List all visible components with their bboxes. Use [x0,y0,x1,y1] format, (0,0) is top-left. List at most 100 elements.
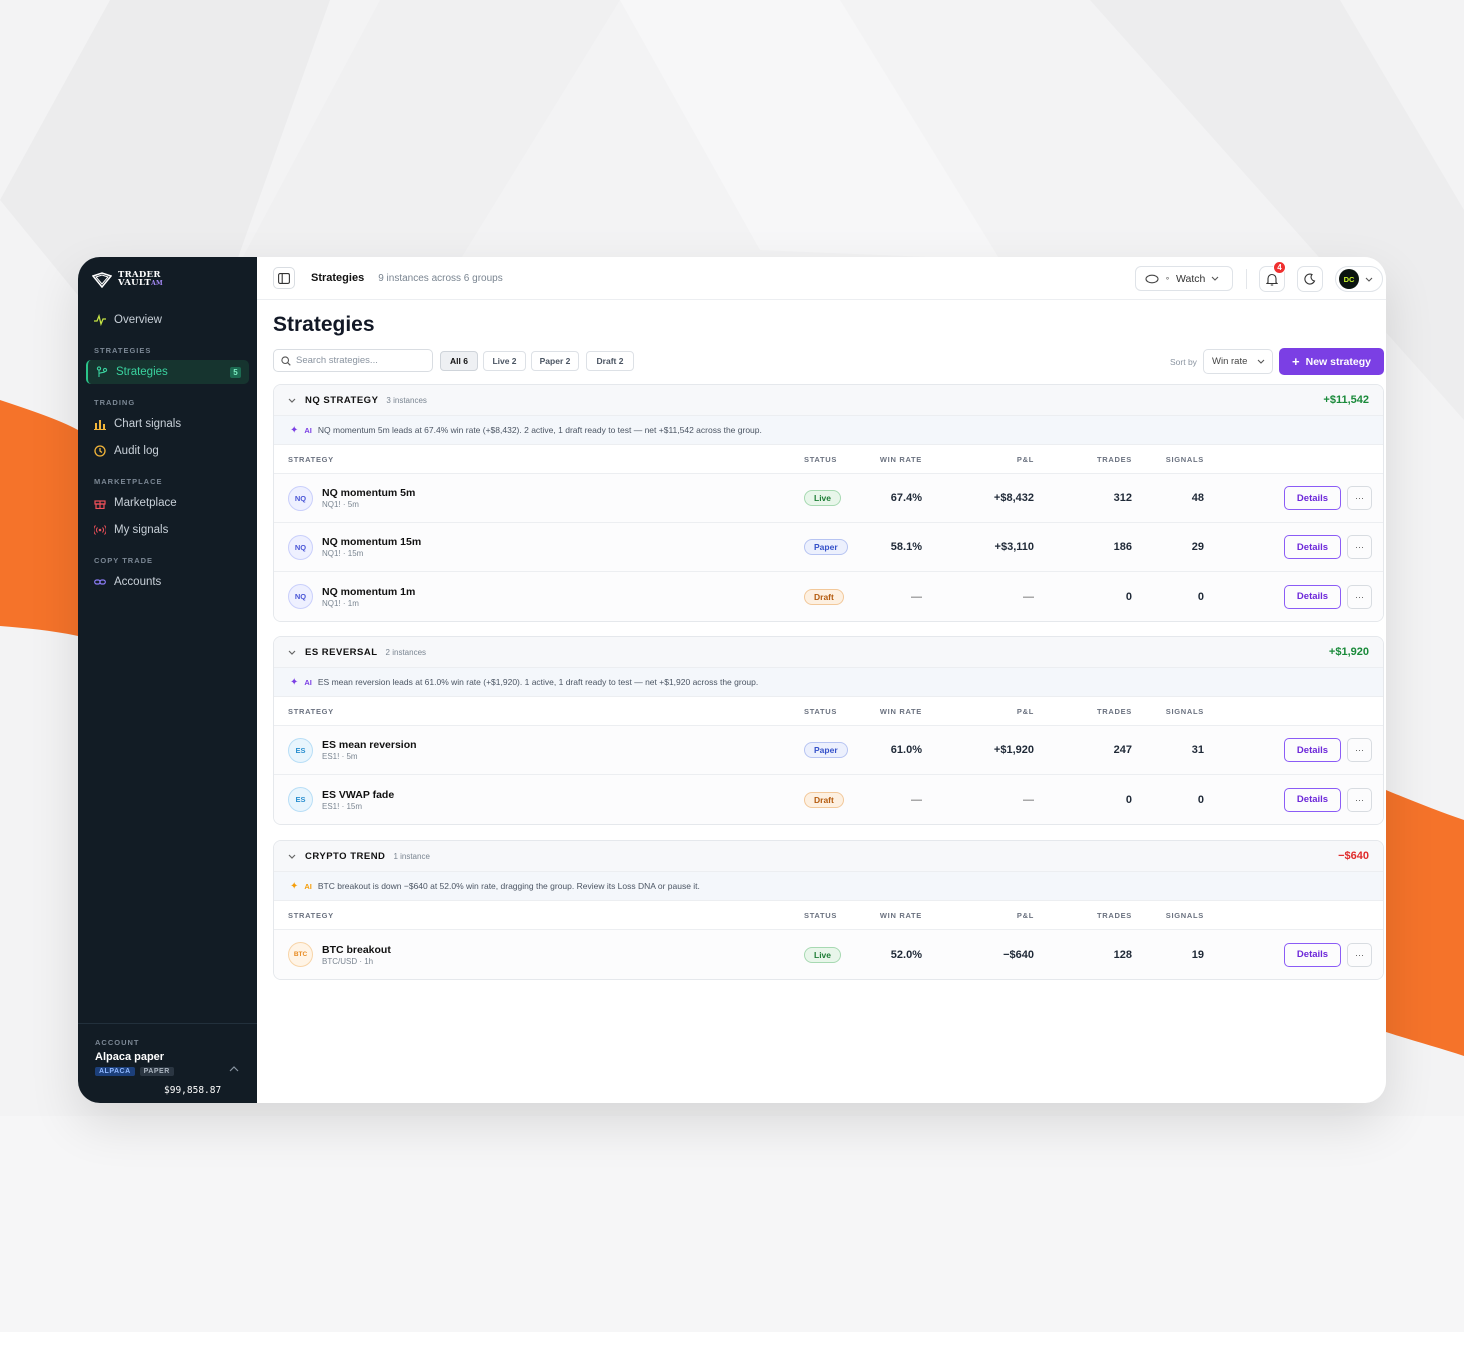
signals-value: 19 [1191,948,1204,961]
account-label: ACCOUNT [95,1038,140,1047]
table-row[interactable]: NQ NQ momentum 15m NQ1! · 15m Paper 58.1% +$3… [274,523,1383,572]
column-header-status: STATUS [804,706,838,716]
activity-icon [94,314,106,326]
table-row[interactable]: ES ES mean reversion ES1! · 5m Paper 61.0% +$… [274,726,1383,775]
chevron-up-icon[interactable] [229,1064,239,1075]
symbol-avatar: NQ [288,485,313,511]
win-rate: 61.0% [832,726,922,774]
more-options-button[interactable]: ··· [1347,787,1372,812]
filter-live[interactable]: Live 2 [483,351,526,371]
details-button[interactable]: Details [1284,486,1341,510]
search-input[interactable]: Search strategies... [273,349,433,372]
bell-icon [1266,273,1278,286]
strategy-text: ES VWAP fade ES1! · 15m [322,789,394,811]
symbol-avatar: BTC [288,942,313,967]
sidebar-item-chart-signals[interactable]: Chart signals [86,412,249,436]
chevron-down-icon[interactable] [288,647,296,657]
watch-dropdown[interactable]: ∘ Watch [1135,266,1233,291]
strategy-name[interactable]: NQ momentum 15m [322,536,421,548]
table-row[interactable]: BTC BTC breakout BTC/USD · 1h Live 52.0% −$64… [274,930,1383,979]
strategy-name[interactable]: ES VWAP fade [322,789,394,801]
eye-icon [1145,274,1159,283]
toggle-sidebar-button[interactable] [273,267,295,289]
theme-toggle-button[interactable] [1297,266,1323,292]
more-options-button[interactable]: ··· [1347,486,1372,510]
sidebar-item-my-signals[interactable]: My signals [86,518,249,542]
brand-logo[interactable]: TRADER VAULTAM [92,271,163,288]
account-balance: $99,858.87 [164,1085,222,1096]
details-button[interactable]: Details [1284,738,1341,762]
ai-tag: AI [304,425,312,435]
group-header[interactable]: NQ STRATEGY 3 instances +$11,542 [274,385,1383,416]
sort-select[interactable]: Win rate [1203,349,1273,374]
strategy-name[interactable]: NQ momentum 5m [322,487,415,499]
filter-paper[interactable]: Paper 2 [531,351,579,371]
strategy-ticker: NQ1! · 1m [322,598,359,608]
sidebar: TRADER VAULTAM Overview STRATEGIES Strat… [78,257,257,1103]
details-button[interactable]: Details [1284,535,1341,559]
table-row[interactable]: NQ NQ momentum 1m NQ1! · 1m Draft — —0 0 Detail… [274,572,1383,621]
details-button[interactable]: Details [1284,942,1341,967]
new-strategy-label: New strategy [1305,355,1371,368]
strategy-cell: NQ NQ momentum 5m NQ1! · 5m [288,474,415,522]
strategy-cell: NQ NQ momentum 1m NQ1! · 1m [288,572,415,621]
notifications-button[interactable]: 4 [1259,261,1286,292]
strategy-ticker: BTC/USD · 1h [322,956,374,966]
column-header-status: STATUS [804,454,838,464]
moon-icon [1304,273,1316,285]
sidebar-item-label: My signals [114,524,169,536]
more-options-button[interactable]: ··· [1347,535,1372,559]
details-cell: Details [1284,572,1341,621]
win-rate: — [832,572,922,621]
branch-icon [96,366,108,378]
table-row[interactable]: ES ES VWAP fade ES1! · 15m Draft — —0 0 Details… [274,775,1383,824]
ai-insight-text: BTC breakout is down −$640 at 52.0% win … [317,881,700,891]
more-options-button[interactable]: ··· [1347,584,1372,609]
strategy-cell: NQ NQ momentum 15m NQ1! · 15m [288,523,421,571]
search-placeholder: Search strategies... [296,355,378,366]
sidebar-item-audit-log[interactable]: Audit log [86,439,249,463]
sidebar-item-strategies[interactable]: Strategies 5 [86,360,249,384]
breadcrumb-subtitle: 9 instances across 6 groups [378,272,503,284]
section-label-marketplace: MARKETPLACE [94,477,163,486]
details-cell: Details [1284,474,1341,522]
dot-icon: ∘ [1165,274,1171,283]
column-header-strategy: STRATEGY [288,910,334,920]
details-button[interactable]: Details [1284,787,1341,812]
group-header[interactable]: ES REVERSAL 2 instances +$1,920 [274,637,1383,668]
account-switcher[interactable]: ACCOUNT Alpaca paper ALPACA PAPER $99,85… [78,1023,257,1103]
group-header[interactable]: CRYPTO TREND 1 instance −$640 [274,841,1383,872]
sidebar-item-overview[interactable]: Overview [86,308,249,332]
win-rate-value: — [911,590,922,603]
page-title: Strategies [273,313,375,336]
column-header-status: STATUS [804,910,838,920]
vault-logo-icon [92,271,112,288]
user-menu-button[interactable]: DC [1335,266,1383,292]
more-options-button[interactable]: ··· [1347,942,1372,967]
filter-draft[interactable]: Draft 2 [586,351,634,371]
pnl-value: −$640 [1003,948,1034,961]
more-options-button[interactable]: ··· [1347,738,1372,762]
main-content: Strategies 9 instances across 6 groups ∘… [257,257,1386,1103]
strategy-name[interactable]: ES mean reversion [322,739,417,751]
sparkle-icon: ✦ [290,880,299,892]
strategy-name[interactable]: NQ momentum 1m [322,586,415,598]
sidebar-item-accounts[interactable]: Accounts [86,570,249,594]
strategy-ticker: NQ1! · 15m [322,549,364,558]
signals: 29 [1114,523,1204,571]
strategy-text: NQ momentum 15m NQ1! · 15m [322,536,421,558]
strategy-name[interactable]: BTC breakout [322,944,391,956]
sidebar-item-marketplace[interactable]: Marketplace [86,491,249,515]
chevron-down-icon[interactable] [288,851,296,861]
pnl: +$3,110 [944,523,1034,571]
group-name: NQ STRATEGY [305,394,379,406]
filter-all[interactable]: All 6 [440,351,478,371]
details-cell: Details [1284,930,1341,979]
details-button[interactable]: Details [1284,584,1341,609]
more-cell: ··· [1347,572,1372,621]
chevron-down-icon[interactable] [288,395,296,405]
brand-line-2: VAULT [118,278,152,288]
table-row[interactable]: NQ NQ momentum 5m NQ1! · 5m Live 67.4% +$8,43… [274,474,1383,523]
new-strategy-button[interactable]: + New strategy [1279,348,1384,375]
chevron-down-icon [1257,359,1265,364]
